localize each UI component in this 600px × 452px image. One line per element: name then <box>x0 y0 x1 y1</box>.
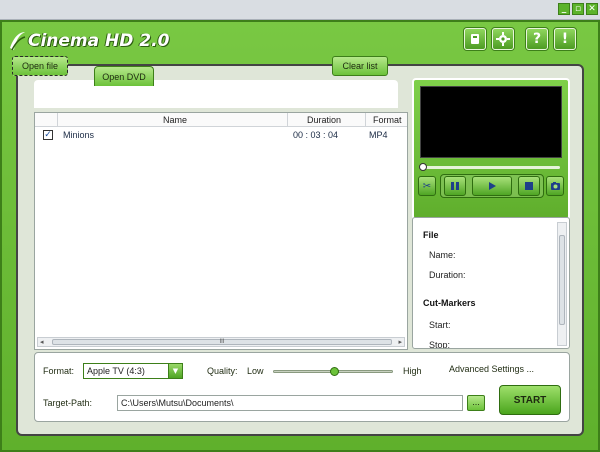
list-toolbar <box>34 80 398 108</box>
row-format: MP4 <box>369 130 388 140</box>
cut-button[interactable]: ✂ <box>418 176 436 196</box>
gear-icon <box>496 32 510 46</box>
browse-button[interactable]: ... <box>467 395 485 411</box>
list-header: Name Duration Format <box>35 113 407 127</box>
quality-slider[interactable] <box>273 367 393 376</box>
scissors-icon: ✂ <box>422 180 432 192</box>
row-name: Minions <box>63 130 95 140</box>
scroll-right-icon[interactable]: ▸ <box>398 338 402 346</box>
info-name-label: Name: <box>429 250 456 260</box>
stop-button[interactable] <box>518 176 540 196</box>
pause-button[interactable] <box>444 176 466 196</box>
app-logo: Cinema HD 2.0 <box>8 28 169 54</box>
quality-label: Quality: <box>207 366 238 376</box>
seek-handle[interactable] <box>419 163 427 171</box>
scroll-thumb[interactable]: III <box>52 339 392 345</box>
format-value: Apple TV (4:3) <box>87 366 145 376</box>
pause-icon <box>451 182 459 190</box>
quality-low-label: Low <box>247 366 264 376</box>
format-label: Format: <box>43 366 75 376</box>
info-file-heading: File <box>423 230 439 240</box>
quality-slider-handle[interactable] <box>329 367 339 376</box>
file-list[interactable]: Name Duration Format ✓ Minions 00 : 03 :… <box>34 112 408 350</box>
app-title: Cinema HD 2.0 <box>28 31 170 51</box>
stop-icon <box>525 182 533 190</box>
app-frame: Cinema HD 2.0 ? ! Open file Open DVD Cle… <box>0 20 600 452</box>
close-button[interactable]: ✕ <box>586 3 598 15</box>
header-gear-button[interactable] <box>492 28 514 50</box>
start-button[interactable]: START <box>499 385 561 415</box>
snapshot-button[interactable] <box>546 176 564 196</box>
play-icon <box>489 182 496 190</box>
format-select[interactable]: Apple TV (4:3) ▼ <box>83 363 183 379</box>
play-button[interactable] <box>472 176 512 196</box>
advanced-settings-link[interactable]: Advanced Settings ... <box>449 364 534 374</box>
seek-bar[interactable] <box>419 163 560 171</box>
column-name[interactable]: Name <box>163 115 187 125</box>
info-stop-label: Stop: <box>429 340 451 349</box>
logo-swoosh-icon <box>10 32 26 51</box>
file-info-panel: File Name: Duration: Cut-Markers Start: … <box>412 217 570 349</box>
minimize-button[interactable]: _ <box>558 3 570 15</box>
quality-high-label: High <box>403 366 422 376</box>
window-controls: _ ▫ ✕ <box>558 3 598 15</box>
clear-list-button[interactable]: Clear list <box>332 56 388 76</box>
open-dvd-button[interactable]: Open DVD <box>94 66 154 86</box>
video-screen <box>420 86 562 158</box>
preview-panel: ✂ <box>412 78 570 220</box>
row-duration: 00 : 03 : 04 <box>293 130 339 140</box>
info-duration-label: Duration: <box>429 270 466 280</box>
maximize-button[interactable]: ▫ <box>572 3 584 15</box>
vertical-scroll-thumb[interactable] <box>559 235 565 325</box>
output-settings: Format: Apple TV (4:3) ▼ Quality: Low Hi… <box>34 352 570 422</box>
open-file-button[interactable]: Open file <box>12 56 68 76</box>
column-duration[interactable]: Duration <box>307 115 341 125</box>
window-titlebar: _ ▫ ✕ <box>0 0 600 20</box>
help-button[interactable]: ? <box>526 28 548 50</box>
info-cut-heading: Cut-Markers <box>423 298 476 308</box>
horizontal-scrollbar[interactable]: ◂ III ▸ <box>37 337 405 347</box>
camera-icon <box>550 182 560 190</box>
settings-icon <box>471 34 479 44</box>
scroll-left-icon[interactable]: ◂ <box>40 338 44 346</box>
playback-controls: ✂ <box>416 174 566 200</box>
info-button[interactable]: ! <box>554 28 576 50</box>
target-path-label: Target-Path: <box>43 398 93 408</box>
vertical-scrollbar[interactable] <box>557 222 567 346</box>
target-path-input[interactable]: C:\Users\Mutsu\Documents\ <box>117 395 463 411</box>
row-checkbox[interactable]: ✓ <box>43 130 53 140</box>
list-row[interactable]: ✓ Minions 00 : 03 : 04 MP4 <box>35 128 407 142</box>
column-format[interactable]: Format <box>373 115 402 125</box>
chevron-down-icon[interactable]: ▼ <box>168 364 182 378</box>
info-start-label: Start: <box>429 320 451 330</box>
header-settings-button[interactable] <box>464 28 486 50</box>
